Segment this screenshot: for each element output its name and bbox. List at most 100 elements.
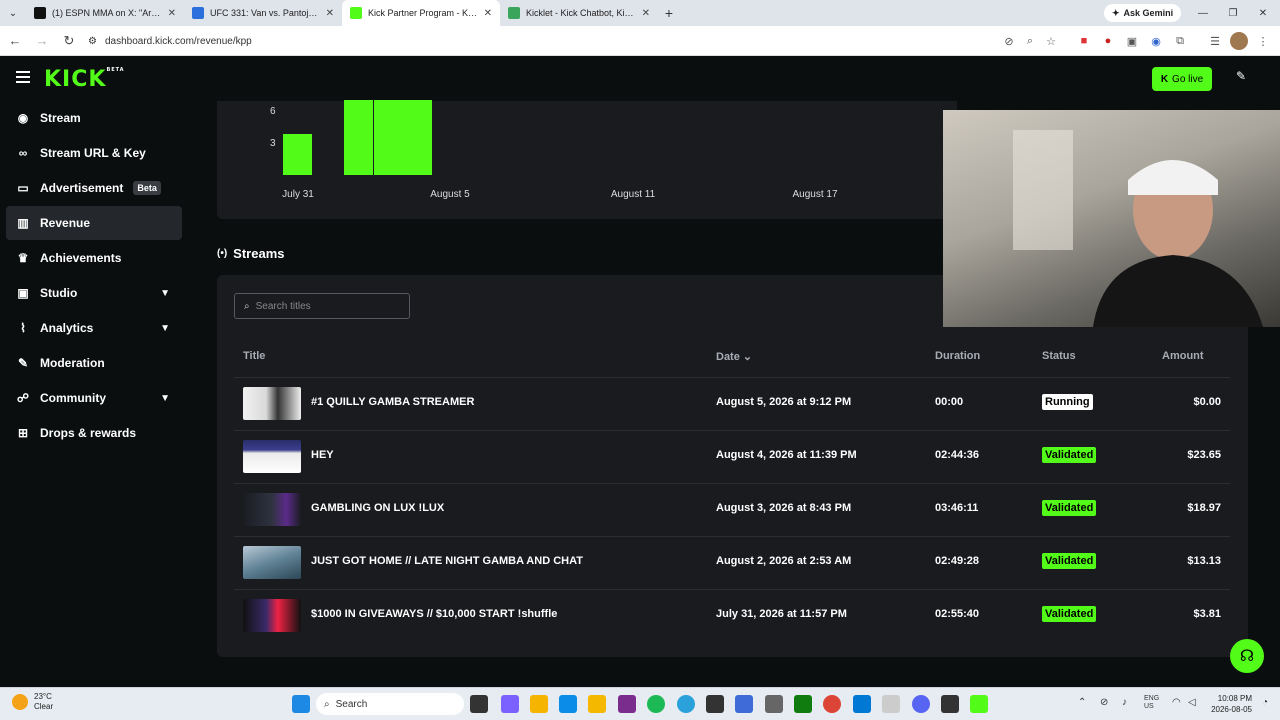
- file-explorer-icon[interactable]: [530, 695, 548, 713]
- windows-start-icon[interactable]: [292, 695, 310, 713]
- app-icon[interactable]: [706, 695, 724, 713]
- reload-icon[interactable]: ↻: [57, 33, 81, 49]
- chevron-down-icon: ▼: [160, 287, 170, 299]
- stream-title[interactable]: #1 QUILLY GAMBA STREAMER: [311, 396, 474, 408]
- extensions-puzzle-icon[interactable]: ⧉: [1171, 32, 1189, 50]
- extension-icon[interactable]: ▣: [1123, 32, 1141, 50]
- chrome-icon[interactable]: [823, 695, 841, 713]
- app-icon[interactable]: [588, 695, 606, 713]
- ask-gemini-button[interactable]: ✦ Ask Gemini: [1104, 4, 1182, 22]
- telegram-icon[interactable]: [677, 695, 695, 713]
- volume-icon[interactable]: ◁: [1188, 697, 1196, 708]
- wifi-icon[interactable]: ◠: [1172, 697, 1181, 708]
- user-avatar[interactable]: ✎: [1228, 69, 1254, 91]
- chevron-up-icon[interactable]: ⌃: [1078, 697, 1086, 708]
- close-tab-icon[interactable]: ✕: [642, 8, 650, 19]
- tab-search-icon[interactable]: ⌄: [0, 0, 26, 26]
- stream-date: July 31, 2026 at 11:57 PM: [716, 608, 847, 620]
- sidebar-item-stream-url-key[interactable]: ∞ Stream URL & Key: [6, 136, 182, 170]
- back-icon[interactable]: ←: [3, 33, 27, 48]
- sidebar-item-studio[interactable]: ▣ Studio ▼: [6, 276, 182, 310]
- chart-bar[interactable]: [403, 100, 432, 175]
- notifications-icon[interactable]: ◔: [1262, 697, 1268, 708]
- top-nav: KICKBETA K Go live ✎: [0, 57, 1280, 101]
- stream-title[interactable]: HEY: [311, 449, 334, 461]
- close-tab-icon[interactable]: ✕: [326, 8, 334, 19]
- browser-tab[interactable]: UFC 331: Van vs. Pantoja 2 | MM ✕: [184, 0, 342, 26]
- forward-icon[interactable]: →: [30, 33, 54, 48]
- sidebar-item-drops-rewards[interactable]: ⊞ Drops & rewards: [6, 416, 182, 450]
- xbox-icon[interactable]: [794, 695, 812, 713]
- new-tab-icon[interactable]: +: [658, 5, 680, 21]
- copilot-icon[interactable]: [501, 695, 519, 713]
- zoom-icon[interactable]: ⌕: [1021, 32, 1039, 50]
- app-icon[interactable]: [853, 695, 871, 713]
- maximize-icon[interactable]: ❐: [1218, 0, 1248, 26]
- table-row[interactable]: GAMBLING ON LUX !LUX August 3, 2026 at 8…: [234, 483, 1230, 536]
- sidebar-item-stream[interactable]: ◉ Stream: [6, 101, 182, 135]
- clock[interactable]: 10:08 PM 2026-08-05: [1210, 693, 1252, 715]
- app-icon[interactable]: [970, 695, 988, 713]
- bookmark-star-icon[interactable]: ☆: [1042, 32, 1060, 50]
- logo-text: KICK: [44, 67, 107, 92]
- stream-title[interactable]: JUST GOT HOME // LATE NIGHT GAMBA AND CH…: [311, 555, 583, 567]
- address-bar[interactable]: ⚙ dashboard.kick.com/revenue/kpp: [80, 30, 1070, 52]
- search-input[interactable]: ⌕ Search titles: [234, 293, 410, 319]
- extension-icon[interactable]: ◉: [1147, 32, 1165, 50]
- language-indicator[interactable]: ENG US: [1144, 695, 1159, 711]
- browser-tab-active[interactable]: Kick Partner Program - Kick Da ✕: [342, 0, 500, 26]
- close-tab-icon[interactable]: ✕: [484, 8, 492, 19]
- close-window-icon[interactable]: ✕: [1248, 0, 1278, 26]
- chart-bar[interactable]: [374, 100, 403, 175]
- sidebar-item-community[interactable]: ☍ Community ▼: [6, 381, 182, 415]
- table-row[interactable]: #1 QUILLY GAMBA STREAMER August 5, 2026 …: [234, 377, 1230, 430]
- chart-bar[interactable]: [283, 134, 312, 175]
- x-favicon-icon: [34, 7, 46, 19]
- minimize-icon[interactable]: —: [1188, 0, 1218, 26]
- stream-title[interactable]: $1000 IN GIVEAWAYS // $10,000 START !shu…: [311, 608, 557, 620]
- table-row[interactable]: JUST GOT HOME // LATE NIGHT GAMBA AND CH…: [234, 536, 1230, 589]
- sidebar-item-label: Advertisement: [40, 181, 124, 195]
- extension-icon[interactable]: ●: [1099, 32, 1117, 50]
- sidebar-item-achievements[interactable]: ♛ Achievements: [6, 241, 182, 275]
- weather-widget[interactable]: 23°C Clear: [12, 692, 53, 712]
- app-icon[interactable]: [618, 695, 636, 713]
- browser-tab[interactable]: (1) ESPN MMA on X: "Arman Ts ✕: [26, 0, 184, 26]
- site-info-icon[interactable]: ⚙: [88, 36, 97, 47]
- sidebar-item-advertisement[interactable]: ▭ Advertisement Beta: [6, 171, 182, 205]
- sidebar-item-label: Revenue: [40, 216, 91, 230]
- browser-menu-icon[interactable]: ⋮: [1254, 32, 1272, 50]
- kick-logo[interactable]: KICKBETA: [44, 67, 125, 92]
- edge-icon[interactable]: [559, 695, 577, 713]
- column-header-date[interactable]: Date ⌄: [716, 350, 752, 363]
- chart-bar[interactable]: [344, 100, 373, 175]
- column-header-amount: Amount: [1162, 350, 1204, 362]
- browser-tab[interactable]: Kicklet - Kick Chatbot, Kick Wid ✕: [500, 0, 658, 26]
- microphone-icon[interactable]: ♪: [1122, 697, 1127, 708]
- discord-icon[interactable]: [912, 695, 930, 713]
- tray-icon[interactable]: ⊘: [1100, 697, 1108, 708]
- calculator-icon[interactable]: [735, 695, 753, 713]
- profile-avatar[interactable]: [1230, 32, 1248, 50]
- stream-title[interactable]: GAMBLING ON LUX !LUX: [311, 502, 444, 514]
- settings-icon[interactable]: [765, 695, 783, 713]
- sidebar-item-analytics[interactable]: ⌇ Analytics ▼: [6, 311, 182, 345]
- search-icon: ⌕: [324, 698, 330, 710]
- camera-off-icon[interactable]: ⊘: [1000, 32, 1018, 50]
- support-chat-button[interactable]: ☊: [1230, 639, 1264, 673]
- taskbar-search[interactable]: ⌕ Search: [316, 693, 464, 715]
- task-view-icon[interactable]: [470, 695, 488, 713]
- close-tab-icon[interactable]: ✕: [168, 8, 176, 19]
- table-row[interactable]: HEY August 4, 2026 at 11:39 PM 02:44:36 …: [234, 430, 1230, 483]
- go-live-button[interactable]: K Go live: [1152, 67, 1212, 91]
- table-row[interactable]: $1000 IN GIVEAWAYS // $10,000 START !shu…: [234, 589, 1230, 642]
- webcam-person-image: [1013, 130, 1263, 327]
- spotify-icon[interactable]: [647, 695, 665, 713]
- app-icon[interactable]: [941, 695, 959, 713]
- sidebar-item-revenue[interactable]: ▥ Revenue: [6, 206, 182, 240]
- reading-list-icon[interactable]: ☰: [1206, 32, 1224, 50]
- app-icon[interactable]: [882, 695, 900, 713]
- extension-icon[interactable]: ■: [1075, 32, 1093, 50]
- sidebar-item-moderation[interactable]: ✎ Moderation: [6, 346, 182, 380]
- hamburger-menu-icon[interactable]: [16, 71, 30, 83]
